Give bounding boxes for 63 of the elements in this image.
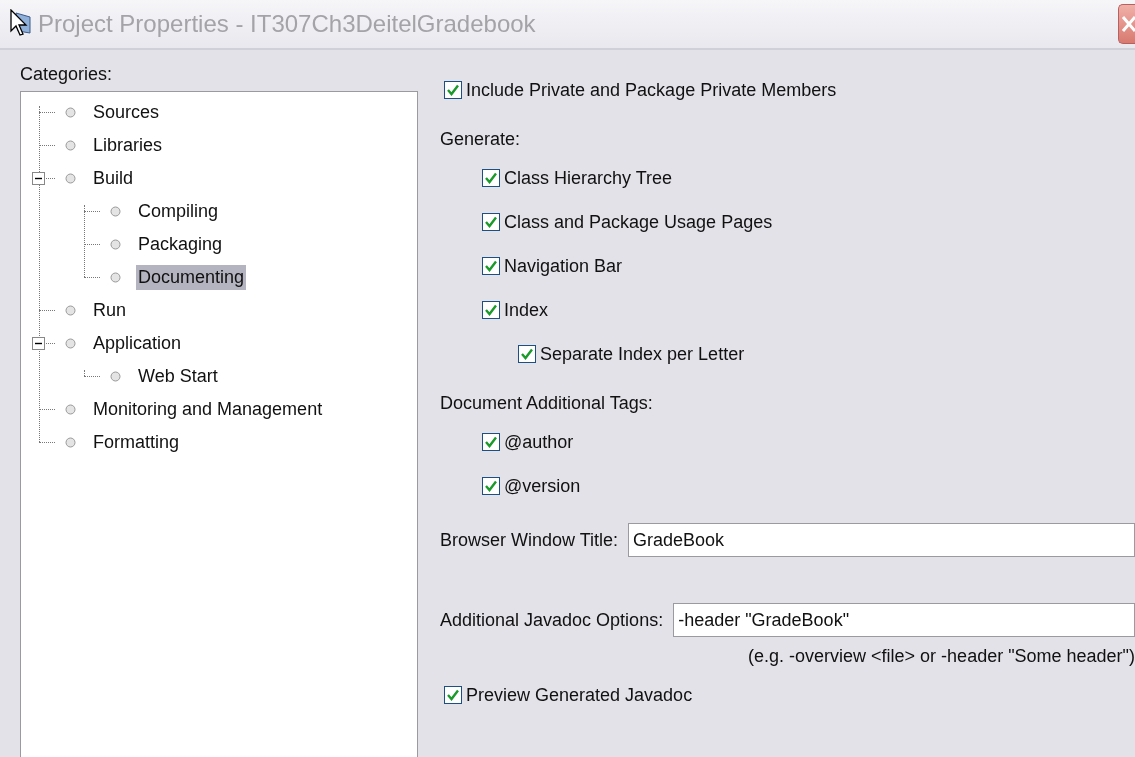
tree-item[interactable]: Formatting [91,430,182,455]
bullet-icon [110,239,121,250]
close-icon [1119,14,1135,34]
check-icon [446,688,460,702]
tree-item[interactable]: Build [91,166,136,191]
window-title: Project Properties - IT307Ch3DeitelGradebook [38,10,536,38]
check-icon [520,347,534,361]
check-icon [484,435,498,449]
bullet-icon [65,107,76,118]
check-icon [484,479,498,493]
checkbox-label[interactable]: Separate Index per Letter [540,343,745,365]
tree-item[interactable]: Packaging [136,232,225,257]
checkbox-label[interactable]: Class and Package Usage Pages [504,211,773,233]
checkbox-label[interactable]: Index [504,299,549,321]
tree-item[interactable]: Web Start [136,364,220,389]
check-icon [446,83,460,97]
bullet-icon [110,206,121,217]
tree-item[interactable]: Compiling [136,199,221,224]
check-icon [484,259,498,273]
check-icon [484,303,498,317]
checkbox-label[interactable]: @author [504,431,574,453]
bullet-icon [110,272,121,283]
checkbox[interactable] [482,257,500,275]
collapse-icon[interactable] [32,337,45,350]
field-label: Additional Javadoc Options: [440,609,664,631]
checkbox-label[interactable]: Preview Generated Javadoc [466,684,693,706]
checkbox[interactable] [482,477,500,495]
checkbox[interactable] [518,345,536,363]
tree-item[interactable]: Libraries [91,133,165,158]
input-field[interactable]: GradeBook [628,523,1135,557]
checkbox-label[interactable]: Navigation Bar [504,255,623,277]
close-button[interactable] [1118,4,1135,44]
collapse-icon[interactable] [32,172,45,185]
checkbox[interactable] [444,81,462,99]
checkbox-label[interactable]: Include Private and Package Private Members [466,79,837,101]
checkbox-label[interactable]: Class Hierarchy Tree [504,167,673,189]
checkbox[interactable] [482,169,500,187]
tree-item[interactable]: Application [91,331,184,356]
check-icon [484,215,498,229]
checkbox-label[interactable]: @version [504,475,581,497]
checkbox[interactable] [444,686,462,704]
section-heading: Document Additional Tags: [440,391,654,415]
bullet-icon [65,173,76,184]
bullet-icon [65,437,76,448]
input-field[interactable]: -header "GradeBook" [673,603,1135,637]
section-heading: Generate: [440,127,522,151]
check-icon [484,171,498,185]
tree-item[interactable]: Run [91,298,129,323]
tree-item[interactable]: Documenting [136,265,247,290]
checkbox[interactable] [482,213,500,231]
bullet-icon [110,371,121,382]
field-label: Browser Window Title: [440,529,619,551]
cursor-icon [10,9,34,39]
bullet-icon [65,140,76,151]
tree-item[interactable]: Monitoring and Management [91,397,325,422]
bullet-icon [65,305,76,316]
categories-label: Categories: [20,64,114,85]
bullet-icon [65,338,76,349]
checkbox[interactable] [482,433,500,451]
bullet-icon [65,404,76,415]
hint-text: (e.g. -overview <file> or -header "Some header") [748,646,1135,667]
tree-item[interactable]: Sources [91,100,162,125]
checkbox[interactable] [482,301,500,319]
